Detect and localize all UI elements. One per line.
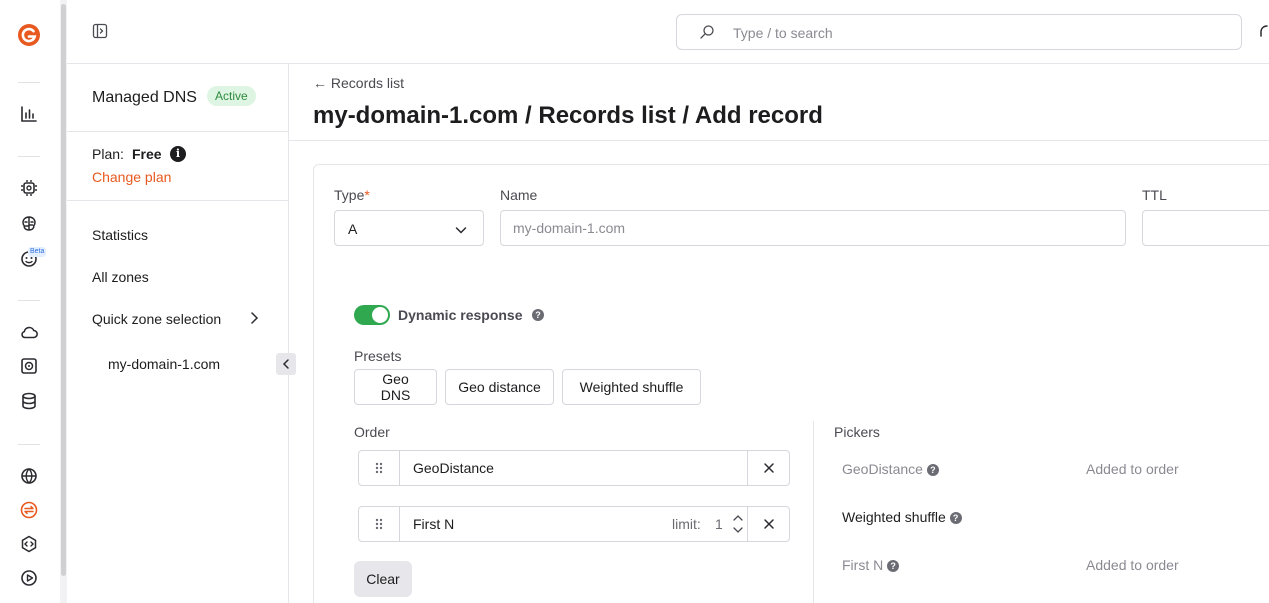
limit-label: limit: xyxy=(672,516,701,532)
order-label: Order xyxy=(354,424,390,440)
help-icon[interactable]: ? xyxy=(949,512,962,524)
service-sidebar: Managed DNS Active Plan: Free i Change p… xyxy=(67,64,296,603)
limit-stepper[interactable] xyxy=(732,511,744,537)
search-box[interactable]: Type / to search xyxy=(676,14,1242,50)
notification-icon[interactable] xyxy=(1257,22,1269,40)
column-divider xyxy=(813,421,814,603)
close-icon xyxy=(763,463,774,473)
rail-scrollbar-thumb[interactable] xyxy=(61,4,66,576)
panel-toggle-icon[interactable] xyxy=(92,23,108,39)
dynamic-response-label: Dynamic response xyxy=(398,307,523,323)
rail-divider xyxy=(18,300,40,301)
icon-rail: Beta xyxy=(0,0,60,603)
cloud-icon[interactable] xyxy=(17,320,41,344)
beta-badge: Beta xyxy=(28,247,47,257)
type-select-value: A xyxy=(348,221,358,237)
page-title: my-domain-1.com / Records list / Add rec… xyxy=(313,102,823,129)
drag-handle-icon[interactable] xyxy=(359,451,400,485)
required-marker: * xyxy=(364,187,370,203)
help-icon[interactable]: ? xyxy=(926,464,939,476)
database-icon[interactable] xyxy=(17,389,41,413)
sidebar-divider xyxy=(67,131,288,132)
globe-icon[interactable] xyxy=(17,464,41,488)
sidebar-divider xyxy=(67,200,288,201)
help-icon[interactable]: ? xyxy=(887,560,900,572)
picker-status: Added to order xyxy=(1086,461,1179,477)
pickers-label: Pickers xyxy=(834,424,880,440)
plan-info-icon[interactable]: i xyxy=(170,146,186,162)
picker-weighted-shuffle[interactable]: Weighted shuffle ? xyxy=(842,509,962,525)
close-icon xyxy=(763,519,774,529)
drag-handle-icon[interactable] xyxy=(359,507,400,541)
order-item: GeoDistance xyxy=(358,450,790,486)
add-record-form: Type* A Name TTL Dynamic response ? Pres… xyxy=(313,164,1269,603)
chevron-right-icon[interactable] xyxy=(248,311,260,325)
rail-divider xyxy=(18,82,40,83)
rail-divider xyxy=(18,444,40,445)
name-input[interactable] xyxy=(500,210,1126,246)
ttl-input[interactable] xyxy=(1142,210,1269,246)
plan-value: Free xyxy=(132,146,162,162)
type-select[interactable]: A xyxy=(334,210,484,246)
status-badge: Active xyxy=(207,86,256,106)
storage-disk-icon[interactable] xyxy=(17,354,41,378)
preset-geo-dns-button[interactable]: Geo DNS xyxy=(354,369,437,405)
limit-value[interactable]: 1 xyxy=(715,516,723,532)
sidebar-item-all-zones[interactable]: All zones xyxy=(92,269,149,285)
preset-geo-distance-button[interactable]: Geo distance xyxy=(445,369,554,405)
type-label: Type* xyxy=(334,187,370,203)
preset-weighted-shuffle-button[interactable]: Weighted shuffle xyxy=(562,369,701,405)
picker-first-n: First N ? xyxy=(842,557,900,573)
dynamic-response-toggle[interactable] xyxy=(354,305,390,325)
sidebar-item-statistics[interactable]: Statistics xyxy=(92,227,148,243)
toggle-knob xyxy=(372,307,388,323)
help-icon[interactable]: ? xyxy=(532,309,544,321)
picker-geodistance: GeoDistance ? xyxy=(842,461,939,477)
gpu-chip-icon[interactable] xyxy=(17,176,41,200)
main-content: ← Records list my-domain-1.com / Records… xyxy=(289,64,1269,603)
order-item-name: First N xyxy=(413,516,455,532)
search-placeholder[interactable]: Type / to search xyxy=(733,25,833,41)
search-icon xyxy=(699,24,715,40)
code-shield-icon[interactable] xyxy=(17,532,41,556)
sidebar-zone-item[interactable]: my-domain-1.com xyxy=(108,356,220,372)
order-item: First N limit: 1 xyxy=(358,506,790,542)
ttl-label: TTL xyxy=(1142,187,1167,203)
sidebar-item-quick-zone-selection[interactable]: Quick zone selection xyxy=(92,311,221,327)
rail-scrollbar[interactable] xyxy=(60,0,67,603)
top-bar: Type / to search xyxy=(67,0,1269,64)
back-to-records-link[interactable]: ← Records list xyxy=(313,75,404,91)
plan-label: Plan: xyxy=(92,146,124,162)
presets-label: Presets xyxy=(354,348,402,364)
remove-order-item-button[interactable] xyxy=(747,451,789,485)
order-item-name: GeoDistance xyxy=(413,460,494,476)
clear-order-button[interactable]: Clear xyxy=(354,561,412,597)
video-play-icon[interactable] xyxy=(17,566,41,590)
rail-divider xyxy=(18,156,40,157)
name-label: Name xyxy=(500,187,538,203)
ai-brain-icon[interactable] xyxy=(17,212,41,236)
service-title: Managed DNS xyxy=(92,89,197,106)
change-plan-link[interactable]: Change plan xyxy=(92,169,171,185)
header-divider xyxy=(289,140,1269,141)
managed-dns-icon[interactable] xyxy=(17,498,41,522)
chevron-down-icon xyxy=(455,223,467,235)
brand-logo-icon[interactable] xyxy=(17,23,41,47)
remove-order-item-button[interactable] xyxy=(747,507,789,541)
statistics-icon[interactable] xyxy=(17,102,41,126)
picker-status: Added to order xyxy=(1086,557,1179,573)
